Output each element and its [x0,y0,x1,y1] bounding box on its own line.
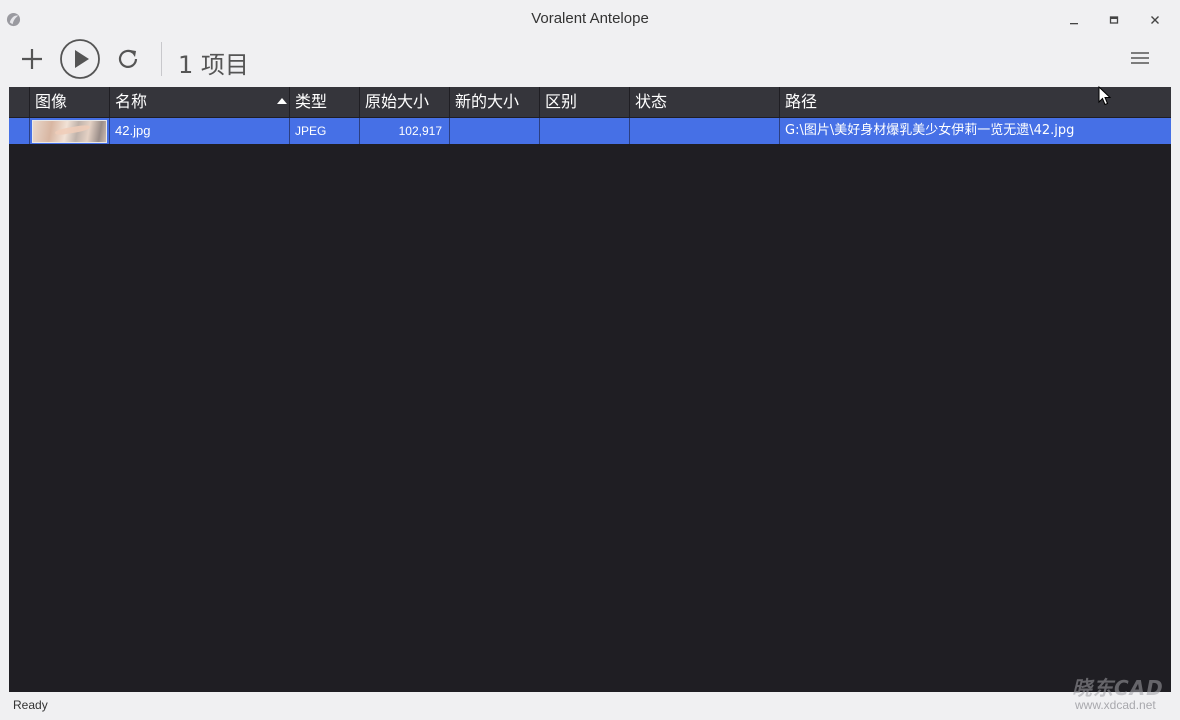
original-size-cell: 102,917 [359,118,449,144]
column-header-path[interactable]: 路径 [779,87,1171,117]
title-bar: Voralent Antelope [0,0,1180,38]
close-button[interactable] [1142,8,1168,32]
maximize-button[interactable] [1101,8,1127,32]
play-circle-icon [60,39,100,79]
maximize-icon [1109,16,1119,24]
refresh-icon [118,49,138,68]
sort-ascending-icon [277,98,287,104]
app-window: Voralent Antelope 1 项目 图像 名称 类型 原始大小 新的大… [0,0,1180,720]
minimize-icon [1070,23,1078,25]
close-icon [1151,16,1159,24]
menu-button[interactable] [1126,42,1154,74]
status-text: Ready [13,698,48,712]
refresh-button[interactable] [112,38,144,80]
add-files-button[interactable] [16,38,48,80]
file-table[interactable]: 图像 名称 类型 原始大小 新的大小 区别 状态 路径 42.jpg JPEG … [9,87,1171,692]
mouse-cursor-icon [1098,86,1112,106]
column-header-name[interactable]: 名称 [109,87,289,117]
column-header-difference[interactable]: 区别 [539,87,629,117]
image-thumbnail [32,120,107,143]
column-header-status[interactable]: 状态 [629,87,779,117]
difference-cell [539,118,629,144]
column-header-type[interactable]: 类型 [289,87,359,117]
status-cell [629,118,779,144]
column-header-image[interactable]: 图像 [29,87,109,117]
column-header-new-size[interactable]: 新的大小 [449,87,539,117]
type-cell: JPEG [289,118,359,144]
name-cell: 42.jpg [109,118,289,144]
plus-icon [22,49,42,69]
table-row[interactable]: 42.jpg JPEG 102,917 G:\图片\美好身材爆乳美少女伊莉一览无… [9,118,1171,144]
column-header-original-size[interactable]: 原始大小 [359,87,449,117]
watermark-url: www.xdcad.net [1075,698,1156,712]
path-cell: G:\图片\美好身材爆乳美少女伊莉一览无遗\42.jpg [779,118,1171,144]
window-title: Voralent Antelope [531,10,649,27]
item-count: 1 项目 [178,51,249,79]
toolbar: 1 项目 [0,38,1180,86]
minimize-button[interactable] [1061,8,1087,32]
watermark-logo: 晓东CAD [1072,676,1164,700]
hamburger-menu-icon [1131,52,1149,64]
table-header: 图像 名称 类型 原始大小 新的大小 区别 状态 路径 [9,87,1171,117]
toolbar-separator [161,42,162,76]
new-size-cell [449,118,539,144]
run-button[interactable] [58,38,102,80]
status-bar: Ready [0,692,1180,720]
